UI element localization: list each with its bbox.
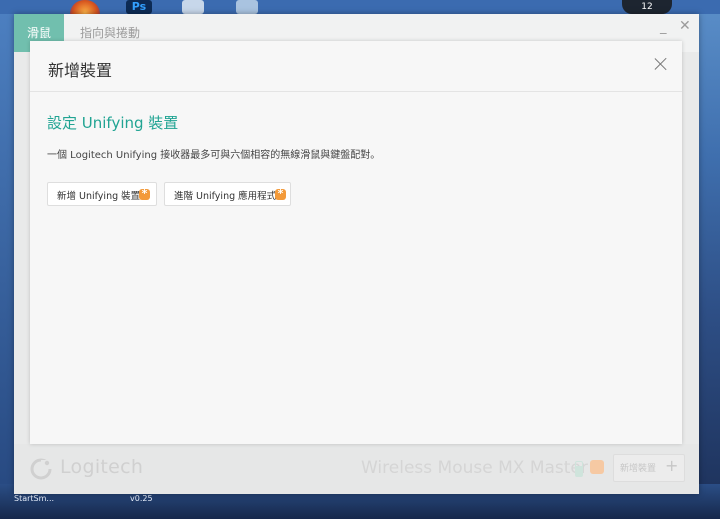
window-close-button[interactable]: ✕ xyxy=(679,18,691,34)
plus-icon: + xyxy=(665,456,679,475)
add-device-dialog: 新增裝置 設定 Unifying 裝置 一個 Logitech Unifying… xyxy=(30,41,682,444)
unifying-icon xyxy=(139,187,150,200)
desktop-background xyxy=(0,14,14,484)
desktop-top-strip: Ps 12 xyxy=(0,0,720,14)
folder-desktop-icon[interactable] xyxy=(236,0,258,14)
add-device-footer-button[interactable]: 新增裝置 + xyxy=(613,454,685,482)
section-description: 一個 Logitech Unifying 接收器最多可與六個相容的無線滑鼠與鍵盤… xyxy=(47,150,381,161)
taskbar-item[interactable]: StartSm... xyxy=(14,494,54,503)
add-device-label: 新增裝置 xyxy=(620,464,657,474)
unifying-icon xyxy=(275,187,286,200)
logitech-logo-icon xyxy=(30,458,52,480)
button-label: 進階 Unifying 應用程式 xyxy=(174,191,277,202)
dialog-title: 新增裝置 xyxy=(48,61,113,80)
photoshop-desktop-icon[interactable]: Ps xyxy=(126,0,152,14)
device-name: Wireless Mouse MX Master xyxy=(361,458,588,478)
folder-desktop-icon[interactable] xyxy=(182,0,204,14)
battery-icon xyxy=(575,461,583,477)
clock-gadget: 12 xyxy=(622,0,672,14)
brand-logo-text: Logitech xyxy=(60,456,144,478)
unifying-icon xyxy=(590,460,604,474)
firefox-desktop-icon[interactable] xyxy=(70,0,100,14)
dialog-header: 新增裝置 xyxy=(30,41,682,92)
button-label: 新增 Unifying 裝置 xyxy=(57,191,141,202)
taskbar-item[interactable]: v0.25 xyxy=(130,494,153,503)
add-unifying-device-button[interactable]: 新增 Unifying 裝置 xyxy=(47,182,157,206)
section-title: 設定 Unifying 裝置 xyxy=(47,114,179,132)
dialog-close-icon[interactable] xyxy=(652,55,670,73)
advanced-unifying-app-button[interactable]: 進階 Unifying 應用程式 xyxy=(164,182,291,206)
minimize-button[interactable]: _ xyxy=(660,20,667,35)
